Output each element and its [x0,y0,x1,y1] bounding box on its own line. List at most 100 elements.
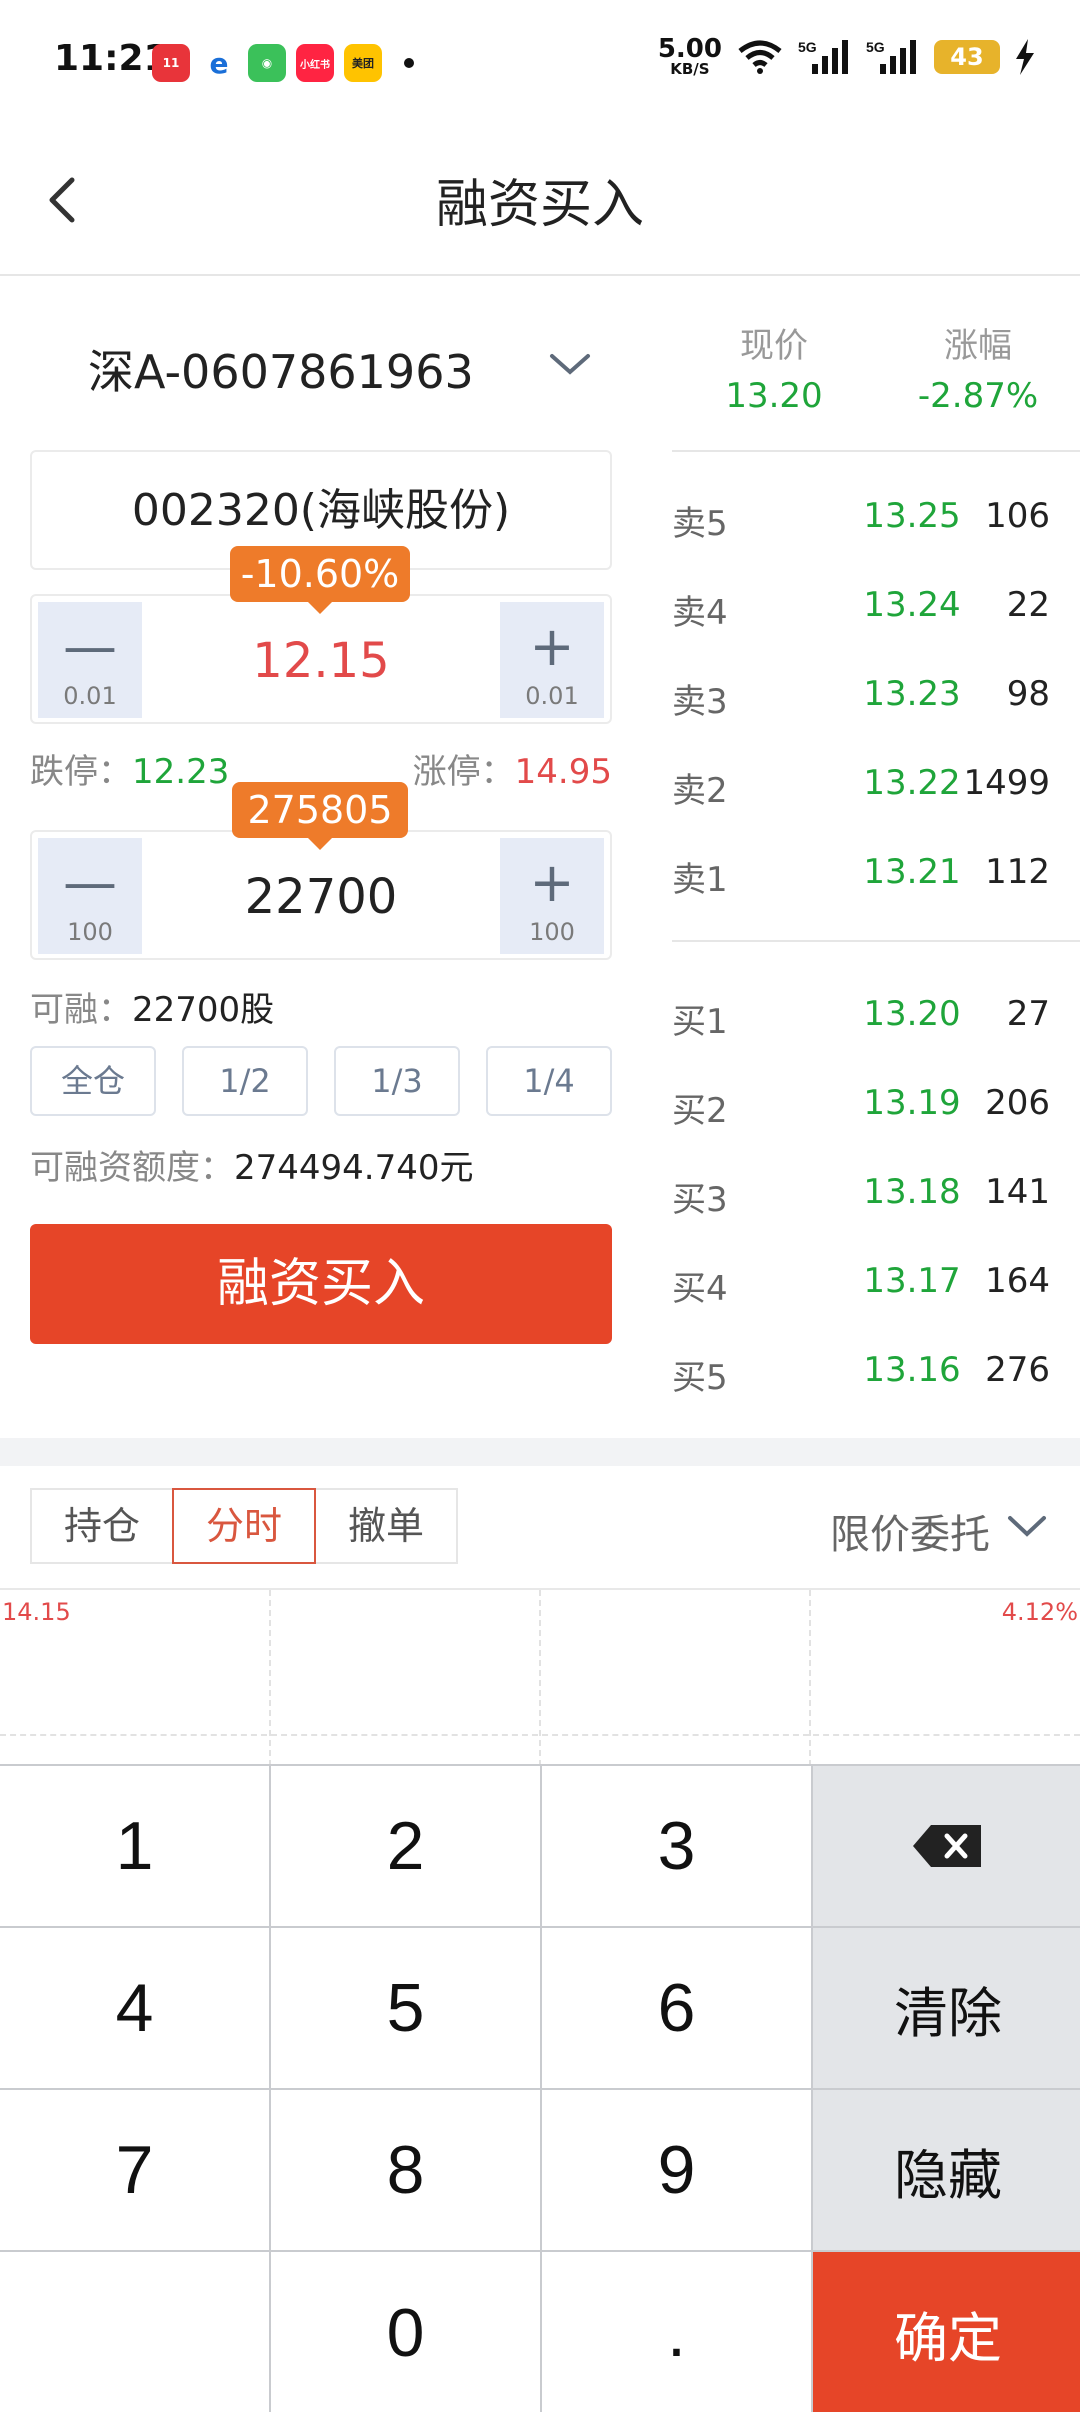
key-5[interactable]: 5 [271,1928,540,2088]
key-empty [0,2252,269,2412]
minus-icon: — [63,615,117,678]
ratio-third-button[interactable]: 1/3 [334,1046,460,1116]
key-8[interactable]: 8 [271,2090,540,2250]
order-book-row[interactable]: 卖5 13.25 106 [672,486,1050,546]
key-7[interactable]: 7 [0,2090,269,2250]
divider [672,450,1080,452]
hide-keypad-button[interactable]: 隐藏 [813,2090,1080,2250]
backspace-button[interactable] [813,1766,1080,1926]
chevron-down-icon[interactable] [540,340,600,390]
key-3[interactable]: 3 [542,1766,811,1926]
financing-quota: 可融资额度：274494.740元 [30,1140,474,1189]
divider [672,940,1080,942]
numeric-keypad: 1 2 3 4 5 6 清除 7 8 9 隐藏 0 . 确定 [0,1764,1080,2412]
signal-5g-icon: 5G [798,39,848,74]
key-1[interactable]: 1 [0,1766,269,1926]
xiaohongshu-app-icon: 小红书 [296,44,334,82]
tab-holdings[interactable]: 持仓 [30,1488,174,1564]
key-dot[interactable]: . [542,2252,811,2412]
grid-line [809,1590,811,1766]
account-selector[interactable]: 深A-0607861963 [88,336,474,402]
grid-line [269,1590,271,1766]
nav-bar: 融资买入 [0,120,1080,276]
price-change-badge: -10.60% [230,546,410,614]
grid-line [539,1590,541,1766]
quota-value: 274494.740元 [234,1148,474,1188]
available-label: 可融： [30,990,132,1030]
charging-icon [1016,38,1034,75]
quantity-step-label-plus: 100 [529,918,575,946]
order-book-row[interactable]: 卖1 13.21 112 [672,842,1050,902]
order-type-select[interactable]: 限价委托 [830,1502,990,1560]
margin-buy-button[interactable]: 融资买入 [30,1224,612,1344]
price-step-label: 0.01 [63,682,117,710]
intraday-chart: 14.15 4.12% [0,1588,1080,1766]
tmall-app-icon: 11 [152,44,190,82]
quantity-increase-button[interactable]: + 100 [500,838,604,954]
notification-icons: 11 e ◉ 小红书 美团 [152,44,414,82]
meituan-app-icon: 美团 [344,44,382,82]
section-divider [0,1438,1080,1466]
network-speed: 5.00 KB/S [657,34,722,78]
current-price-label: 现价 [740,326,808,366]
ratio-quarter-button[interactable]: 1/4 [486,1046,612,1116]
change-label: 涨幅 [944,326,1012,366]
plus-icon: + [529,851,575,914]
order-book-row[interactable]: 买2 13.19 206 [672,1073,1050,1133]
wechat-app-icon: ◉ [248,44,286,82]
chevron-down-icon[interactable] [1002,1506,1052,1550]
more-notifications-dot [404,58,414,68]
order-book-row[interactable]: 买1 13.20 27 [672,984,1050,1044]
bottom-tabs: 持仓 分时 撤单 [30,1488,458,1564]
plus-icon: + [529,615,575,678]
chart-top-pct: 4.12% [1001,1598,1078,1626]
order-book-row[interactable]: 卖4 13.24 22 [672,575,1050,635]
status-bar: 11:21 11 e ◉ 小红书 美团 5.00 KB/S 5G 5G 43 [0,0,1080,120]
key-6[interactable]: 6 [542,1928,811,2088]
key-0[interactable]: 0 [271,2252,540,2412]
signal-5g-icon-2: 5G [866,39,916,74]
quantity-input[interactable]: 22700 [142,832,500,962]
price-increase-button[interactable]: + 0.01 [500,602,604,718]
limit-down-label: 跌停： [30,752,132,792]
battery-indicator: 43 [934,39,1000,74]
ratio-full-button[interactable]: 全仓 [30,1046,156,1116]
clear-button[interactable]: 清除 [813,1928,1080,2088]
svg-text:5G: 5G [866,39,885,55]
quantity-step-label: 100 [67,918,113,946]
change-value: -2.87% [917,376,1039,416]
quantity-decrease-button[interactable]: — 100 [38,838,142,954]
key-9[interactable]: 9 [542,2090,811,2250]
limit-up-label: 涨停： [412,752,515,792]
available-value: 22700股 [132,990,275,1030]
price-decrease-button[interactable]: — 0.01 [38,602,142,718]
order-book-row[interactable]: 卖3 13.23 98 [672,664,1050,724]
svg-text:5G: 5G [798,39,817,55]
system-status: 5.00 KB/S 5G 5G 43 [658,36,1036,77]
minus-icon: — [63,851,117,914]
available-shares: 可融：22700股 [30,982,274,1031]
grid-line [0,1734,1080,1736]
confirm-button[interactable]: 确定 [813,2252,1080,2412]
price-step-label-plus: 0.01 [525,682,579,710]
ratio-half-button[interactable]: 1/2 [182,1046,308,1116]
price-input[interactable]: 12.15 [142,596,500,726]
order-book-row[interactable]: 卖2 13.22 1499 [672,753,1050,813]
limit-up: 涨停：14.95 [413,744,612,793]
order-book-row[interactable]: 买4 13.17 164 [672,1251,1050,1311]
order-book-row[interactable]: 买5 13.16 276 [672,1340,1050,1400]
key-4[interactable]: 4 [0,1928,269,2088]
tab-intraday[interactable]: 分时 [172,1488,316,1564]
position-ratio-buttons: 全仓 1/2 1/3 1/4 [30,1046,612,1116]
telecom-app-icon: e [200,44,238,82]
backspace-icon [913,1825,981,1867]
current-price-value: 13.20 [725,376,823,416]
chart-top-price: 14.15 [2,1598,71,1626]
limit-up-value: 14.95 [514,752,612,792]
limit-down: 跌停：12.23 [30,744,229,793]
key-2[interactable]: 2 [271,1766,540,1926]
limit-down-value: 12.23 [132,752,230,792]
tab-cancel-order[interactable]: 撤单 [314,1488,458,1564]
order-book-row[interactable]: 买3 13.18 141 [672,1162,1050,1222]
page-title: 融资买入 [435,175,644,235]
